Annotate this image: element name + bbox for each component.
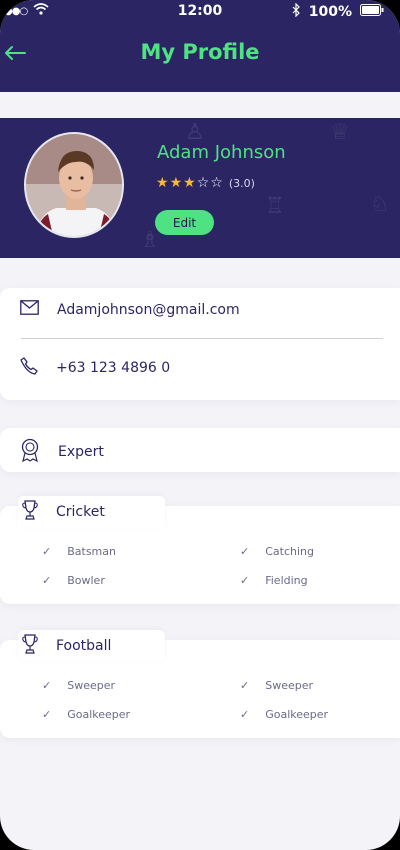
sport-card-football: Football ✓ Sweeper ✓ Sweeper ✓ Goalkeepe… [0,630,400,738]
skill-level-row: Expert [20,438,104,466]
pattern-icon: ♘ [370,192,390,217]
envelope-icon [20,300,39,319]
contact-card: Adamjohnson@gmail.com +63 123 4896 0 [0,288,400,400]
battery-icon [360,4,384,20]
skill-item: ✓ Goalkeeper [240,708,328,721]
trophy-icon [22,500,38,524]
skill-label: Goalkeeper [67,708,131,721]
skill-label: Fielding [265,574,308,587]
skill-label: Sweeper [67,679,116,692]
phone-icon [20,357,38,379]
check-icon: ✓ [240,574,250,587]
status-bar: ●●○ 12:00 100% [0,0,400,24]
profile-name: Adam Johnson [157,142,286,163]
edit-profile-button[interactable]: Edit [155,210,214,235]
profile-screen: ●●○ 12:00 100% My Profile ♙ ♕ ♖ ♘ ♗ Adam… [0,0,400,850]
skill-level-text: Expert [58,444,104,460]
avatar [24,132,124,238]
check-icon: ✓ [42,574,52,587]
skill-item: ✓ Batsman [42,545,116,558]
trophy-icon [22,634,38,658]
email-text: Adamjohnson@gmail.com [57,301,240,318]
check-icon: ✓ [240,708,250,721]
skill-label: Goalkeeper [265,708,329,721]
check-icon: ✓ [42,545,52,558]
skill-label: Sweeper [265,679,314,692]
skill-label: Batsman [67,545,116,558]
star-icon: ★ [169,175,183,191]
skill-label: Bowler [67,574,105,587]
check-icon: ✓ [42,708,52,721]
sport-header: Football [18,630,165,662]
skill-item: ✓ Sweeper [42,679,115,692]
skill-level-card: Expert [0,428,400,472]
check-icon: ✓ [240,679,250,692]
email-row[interactable]: Adamjohnson@gmail.com [20,300,240,319]
sport-header: Cricket [18,496,165,528]
pattern-icon: ♖ [265,194,285,219]
bluetooth-icon [292,2,301,21]
skill-item: ✓ Sweeper [240,679,313,692]
phone-row[interactable]: +63 123 4896 0 [20,357,170,379]
pattern-icon: ♕ [330,120,350,145]
skill-item: ✓ Bowler [42,574,105,587]
check-icon: ✓ [240,545,250,558]
skill-item: ✓ Catching [240,545,314,558]
rating-value: (3.0) [228,176,255,190]
phone-text: +63 123 4896 0 [56,360,171,376]
top-bar: ●●○ 12:00 100% My Profile [0,0,400,92]
sport-card-cricket: Cricket ✓ Batsman ✓ Catching ✓ Bowler ✓ … [0,496,400,604]
star-icon: ★ [183,175,196,191]
star-icon: ☆ [196,175,210,191]
pattern-icon: ♗ [140,228,160,253]
star-icon: ☆ [210,175,223,191]
check-icon: ✓ [42,679,52,692]
star-rating: ★ ★ ★ ☆ ☆ (3.0) [156,176,255,190]
divider [21,338,383,339]
page-title: My Profile [140,40,260,64]
profile-card: ♙ ♕ ♖ ♘ ♗ Adam Johnson ★ ★ ★ ☆ ☆ (3.0) E… [0,118,400,258]
star-icon: ★ [156,175,169,191]
award-badge-icon [20,438,40,466]
battery-percent: 100% [308,4,352,20]
skill-item: ✓ Fielding [240,574,308,587]
sport-name: Football [56,638,112,654]
skill-item: ✓ Goalkeeper [42,708,130,721]
skill-label: Catching [265,545,314,558]
sport-name: Cricket [56,504,105,520]
